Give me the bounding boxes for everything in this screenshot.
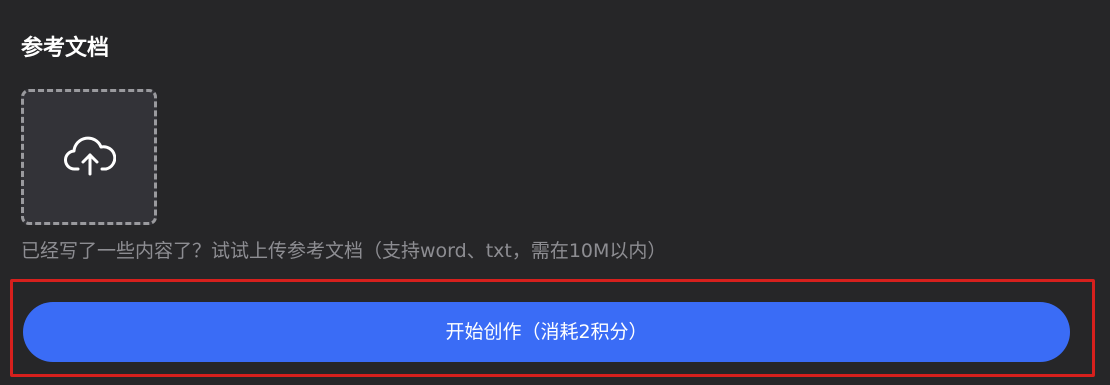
start-creation-button[interactable]: 开始创作（消耗2积分） <box>23 302 1070 362</box>
reference-doc-title: 参考文档 <box>21 36 110 61</box>
upload-hint: 已经写了一些内容了？试试上传参考文档（支持word、txt，需在10M以内） <box>21 240 667 262</box>
cloud-upload-icon <box>64 136 116 176</box>
upload-dropzone[interactable] <box>21 89 157 225</box>
